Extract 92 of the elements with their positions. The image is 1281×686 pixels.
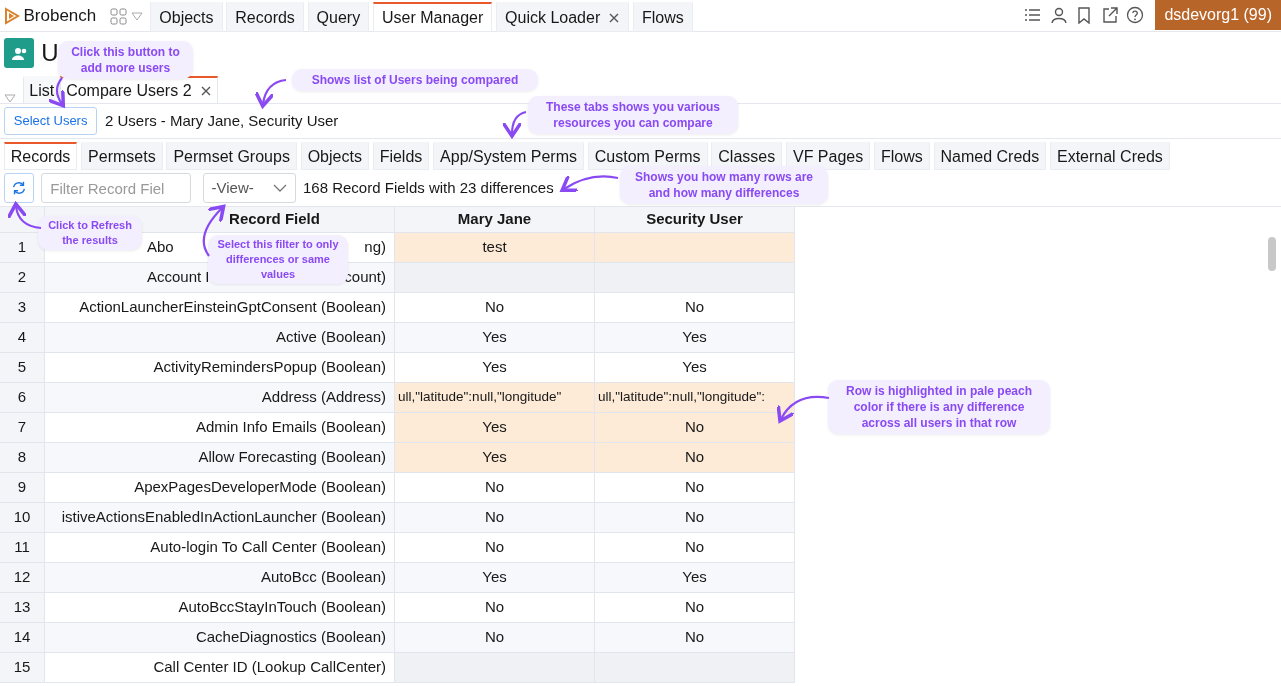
annotation-arrow — [560, 174, 619, 193]
table-cell-text: ng) — [364, 237, 386, 258]
table-cell-text: Account I — [147, 267, 210, 288]
table-cell: No — [595, 443, 795, 473]
table-cell: Yes — [395, 323, 595, 353]
table-cell: Active (Boolean) — [45, 323, 395, 353]
row-number: 12 — [0, 563, 45, 593]
list-icon[interactable] — [1024, 6, 1043, 24]
row-number: 5 — [0, 353, 45, 383]
annotation-callout: Row is highlighted in pale peach color if there is any difference across all users in that row — [828, 380, 1050, 434]
table-cell: Address (Address) — [45, 383, 395, 413]
table-cell: No — [395, 623, 595, 653]
close-icon[interactable] — [199, 84, 212, 97]
resource-tab[interactable]: Objects — [300, 142, 369, 170]
annotation-callout: Click to Refresh the results — [38, 216, 142, 250]
app-tab[interactable]: Flows — [633, 2, 693, 32]
app-tab[interactable]: Quick Loader — [496, 2, 630, 32]
refresh-icon — [10, 179, 27, 197]
filter-field[interactable]: Filter Record Fiel — [41, 173, 192, 203]
table-cell: AutoBcc (Boolean) — [45, 563, 395, 593]
table-cell: istiveActionsEnabledInActionLauncher (Boolean) — [45, 503, 395, 533]
table-cell: Yes — [395, 413, 595, 443]
annotation-arrow — [7, 202, 42, 230]
resource-tab[interactable]: Fields — [372, 142, 430, 170]
row-number: 13 — [0, 593, 45, 623]
row-number: 14 — [0, 623, 45, 653]
table-cell-text: Abo — [147, 237, 174, 258]
grid-icon[interactable] — [110, 7, 128, 25]
resource-tab[interactable]: Named Creds — [933, 142, 1047, 170]
org-badge[interactable]: dsdevorg1 (99) — [1155, 0, 1281, 30]
table-cell: Yes — [595, 323, 795, 353]
annotation-callout: Shows you how many rows are and how many differences — [620, 166, 828, 204]
resource-tab[interactable]: VF Pages — [785, 142, 871, 170]
table-cell: No — [595, 503, 795, 533]
logo-icon — [3, 7, 20, 25]
table-cell: ull,"latitude":null,"longitude": — [595, 383, 795, 413]
table-cell: Yes — [395, 563, 595, 593]
user-icon[interactable] — [1049, 6, 1068, 24]
table-cell: Allow Forecasting (Boolean) — [45, 443, 395, 473]
annotation-callout: Shows list of Users being compared — [292, 69, 538, 91]
users-summary: 2 Users - Mary Jane, Security User — [104, 110, 339, 131]
annotation-arrow — [254, 78, 287, 108]
resource-tab[interactable]: External Creds — [1049, 142, 1170, 170]
column-header: Mary Jane — [395, 207, 595, 233]
app-tab[interactable]: Records — [226, 2, 304, 32]
users-icon — [10, 45, 27, 61]
row-number: 15 — [0, 653, 45, 683]
resource-tab[interactable]: App/System Perms — [433, 142, 584, 170]
resource-tab[interactable]: Records — [3, 142, 78, 170]
app-tab[interactable]: User Manager — [372, 2, 493, 32]
annotation-arrow — [777, 395, 830, 423]
scrollbar-thumb[interactable] — [1268, 237, 1276, 271]
resource-tab[interactable]: Custom Perms — [587, 142, 708, 170]
row-number: 2 — [0, 263, 45, 293]
row-number: 6 — [0, 383, 45, 413]
table-cell: Call Center ID (Lookup CallCenter) — [45, 653, 395, 683]
app-tab[interactable]: Query — [307, 2, 370, 32]
sub-tab[interactable]: List — [23, 76, 61, 103]
page-title: U — [41, 38, 59, 68]
app-tab[interactable]: Objects — [150, 2, 223, 32]
row-number: 9 — [0, 473, 45, 503]
table-cell: Yes — [395, 443, 595, 473]
external-link-icon[interactable] — [1100, 6, 1119, 24]
view-dropdown[interactable]: -View- — [202, 173, 296, 203]
annotation-callout: These tabs shows you various resources you can compare — [528, 96, 738, 134]
annotation-callout: Click this button to add more users — [58, 41, 193, 79]
resource-tab[interactable]: Permset Groups — [166, 142, 297, 170]
help-icon[interactable] — [1126, 6, 1145, 24]
record-count-text: 168 Record Fields with 23 differences — [303, 177, 554, 198]
table-cell: No — [395, 503, 595, 533]
row-number: 8 — [0, 443, 45, 473]
app-name: Brobench — [23, 5, 97, 28]
refresh-button[interactable] — [3, 173, 34, 203]
table-cell: test — [395, 233, 595, 263]
row-number: 10 — [0, 503, 45, 533]
table-cell: Yes — [595, 563, 795, 593]
select-users-button[interactable]: Select Users — [3, 107, 98, 135]
table-cell: ull,"latitude":null,"longitude" — [395, 383, 595, 413]
row-number: 4 — [0, 323, 45, 353]
column-header: Security User — [595, 207, 795, 233]
row-number: 7 — [0, 413, 45, 443]
row-number: 1 — [0, 233, 45, 263]
resource-tab[interactable]: Flows — [874, 142, 930, 170]
table-cell: No — [595, 623, 795, 653]
annotation-arrow — [501, 110, 527, 138]
row-number: 3 — [0, 293, 45, 323]
table-cell: No — [595, 413, 795, 443]
chevron-down-icon — [272, 183, 287, 193]
table-cell: CacheDiagnostics (Boolean) — [45, 623, 395, 653]
row-number: 11 — [0, 533, 45, 563]
close-icon[interactable] — [608, 11, 621, 24]
resource-tab[interactable]: Permsets — [81, 142, 163, 170]
